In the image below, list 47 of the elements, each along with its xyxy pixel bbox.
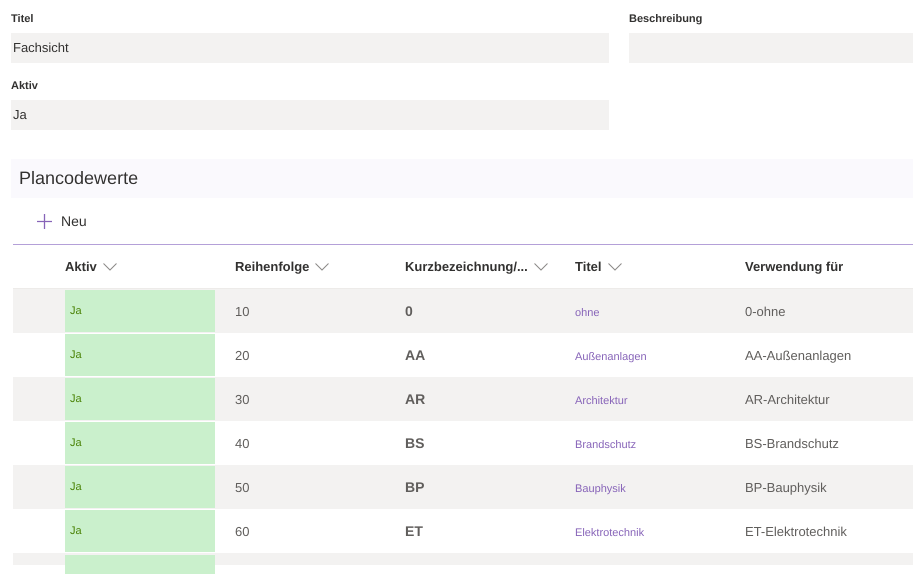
- chevron-down-icon[interactable]: [102, 262, 117, 270]
- table-cell: Ja: [65, 510, 215, 552]
- chevron-down-icon[interactable]: [315, 262, 330, 270]
- field-label: Beschreibung: [629, 12, 704, 26]
- table-cell: Ja: [65, 290, 215, 332]
- title-link[interactable]: Bauphysik: [575, 482, 626, 494]
- column-header[interactable]: Reihenfolge: [235, 259, 330, 274]
- table-cell-text: BS-Brandschutz: [745, 436, 840, 450]
- input-field[interactable]: Ja: [11, 100, 609, 130]
- table-cell-text: AR: [405, 391, 426, 407]
- title-link[interactable]: Brandschutz: [575, 438, 636, 450]
- table-cell-text: ET: [405, 523, 424, 539]
- field-label: Titel: [11, 12, 34, 26]
- title-link[interactable]: Architektur: [575, 394, 628, 406]
- table-cell: Ja: [65, 422, 215, 464]
- table-cell: Ja: [65, 378, 215, 420]
- table-cell-text: 50: [235, 480, 250, 494]
- table-cell-text: 0-ohne: [745, 304, 786, 318]
- chevron-down-icon[interactable]: [534, 262, 548, 270]
- table-cell-text: AA-Außenanlagen: [745, 348, 852, 362]
- table-cell-text: BS: [405, 435, 426, 451]
- table-cell-text: 60: [235, 524, 250, 538]
- table-cell-text: 30: [235, 392, 250, 406]
- section-title: Plancodewerte: [19, 168, 138, 189]
- table-cell-text: 40: [235, 436, 250, 450]
- new-button[interactable]: Neu: [37, 213, 87, 229]
- table-cell: Ja: [65, 334, 215, 376]
- table-cell-text: ET-Elektrotechnik: [745, 524, 848, 538]
- column-header[interactable]: Verwendung für: [745, 259, 844, 274]
- title-link[interactable]: Außenanlagen: [575, 350, 647, 362]
- table-cell-text: 0: [405, 303, 414, 319]
- title-link[interactable]: ohne: [575, 306, 600, 318]
- table-cell-text: BP: [405, 479, 426, 495]
- table-cell-text: 20: [235, 348, 250, 362]
- table-cell-text: AR-Architektur: [745, 392, 831, 406]
- table-cell-text: 10: [235, 304, 250, 318]
- column-header[interactable]: Titel: [575, 259, 622, 274]
- table-cell: Ja: [65, 466, 215, 508]
- table-cell-text: BP-Bauphysik: [745, 480, 828, 494]
- plus-icon: [37, 214, 52, 228]
- input-field[interactable]: Fachsicht: [11, 33, 609, 63]
- column-header[interactable]: Kurzbezeichnung/...: [405, 259, 548, 274]
- column-header[interactable]: Aktiv: [65, 259, 117, 274]
- table-cell-text: AA: [405, 347, 426, 363]
- chevron-down-icon[interactable]: [608, 262, 622, 270]
- title-link[interactable]: Elektrotechnik: [575, 526, 644, 538]
- field-label: Aktiv: [11, 79, 39, 93]
